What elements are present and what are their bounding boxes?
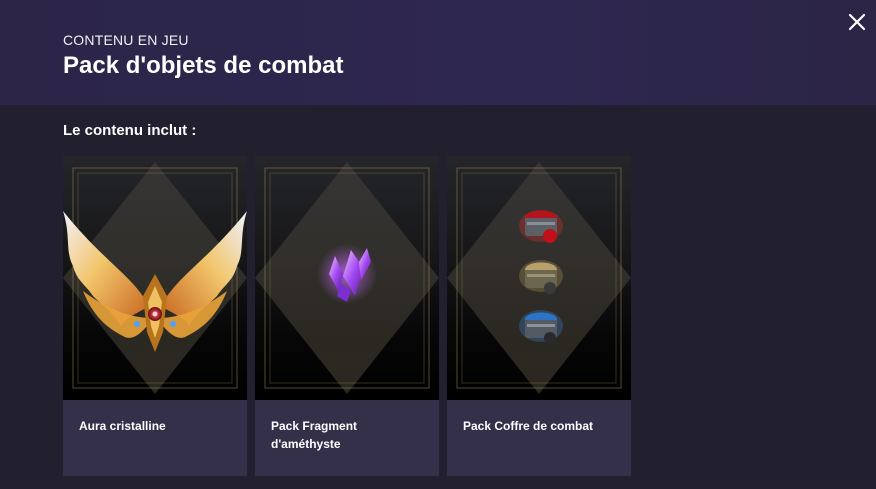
item-name: Aura cristalline xyxy=(79,419,166,433)
item-name: Pack Fragment d'améthyste xyxy=(271,419,358,451)
close-button[interactable] xyxy=(845,10,869,34)
content-item-card[interactable]: Aura cristalline xyxy=(63,156,247,476)
header-eyebrow: CONTENU EN JEU xyxy=(63,32,189,48)
page-title: Pack d'objets de combat xyxy=(63,52,344,79)
content-item-card[interactable]: Pack Fragment d'améthyste xyxy=(255,156,439,476)
content-item-card[interactable]: Pack Coffre de combat xyxy=(447,156,631,476)
section-label: Le contenu inclut : xyxy=(63,122,197,139)
close-icon xyxy=(848,13,866,31)
item-name: Pack Coffre de combat xyxy=(463,419,594,433)
item-image xyxy=(63,156,247,400)
item-image xyxy=(255,156,439,400)
item-image xyxy=(447,156,631,400)
dialog-header: CONTENU EN JEU Pack d'objets de combat xyxy=(0,0,876,105)
